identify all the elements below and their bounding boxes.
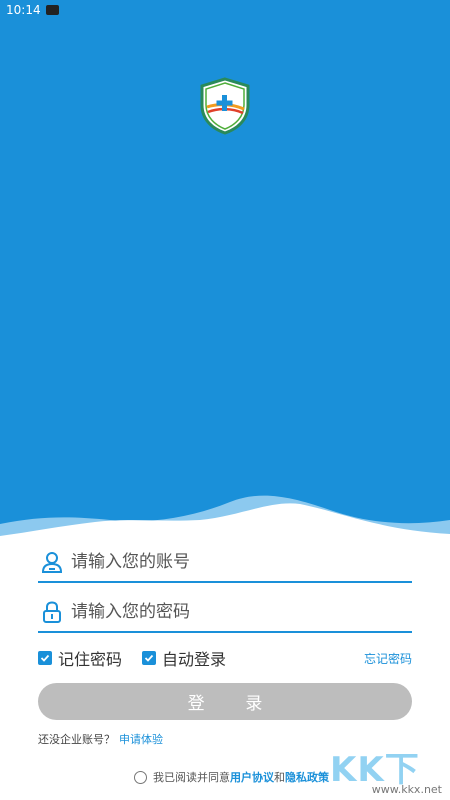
agreement-radio[interactable] [134, 770, 147, 784]
status-bar: 10:14 [0, 0, 450, 20]
checkbox-checked-icon [144, 654, 154, 662]
notification-badge-icon [45, 5, 59, 15]
watermark-url: www.kkx.net [371, 783, 442, 796]
user-agreement-link[interactable]: 用户协议 [230, 769, 274, 785]
auto-login-option: 自动登录 [142, 646, 226, 670]
account-field [38, 543, 412, 583]
password-field [38, 593, 412, 633]
remember-password-checkbox[interactable] [38, 651, 52, 665]
auto-login-checkbox[interactable] [142, 651, 157, 665]
account-input[interactable] [71, 552, 391, 572]
privacy-policy-link[interactable]: 隐私政策 [285, 769, 329, 785]
apply-trial-link[interactable]: 申请体验 [119, 733, 163, 746]
remember-password-label[interactable]: 记住密码 [58, 646, 122, 670]
signup-row: 还没企业账号？ 申请体验 [38, 731, 163, 747]
agree-prefix-text: 我已阅读并同意 [153, 771, 230, 784]
no-account-text: 还没企业账号？ [38, 733, 115, 746]
status-time: 10:14 [6, 3, 41, 17]
and-text: 和 [274, 771, 285, 784]
forgot-password-link[interactable]: 忘记密码 [364, 650, 412, 667]
login-options-row: 记住密码 自动登录 忘记密码 [38, 646, 412, 670]
login-button[interactable]: 登 录 [38, 683, 412, 720]
shield-logo-icon [200, 77, 250, 135]
user-icon [39, 549, 65, 575]
lock-icon [39, 599, 65, 625]
password-input[interactable] [71, 602, 391, 622]
checkbox-checked-icon [40, 654, 50, 662]
hero-background: 10:14 [0, 0, 450, 540]
auto-login-label[interactable]: 自动登录 [162, 646, 226, 670]
watermark-logo: KK下载 www.kkx.net [330, 742, 448, 800]
agreement-row: 我已阅读并同意 用户协议和隐私政策 [134, 769, 329, 785]
